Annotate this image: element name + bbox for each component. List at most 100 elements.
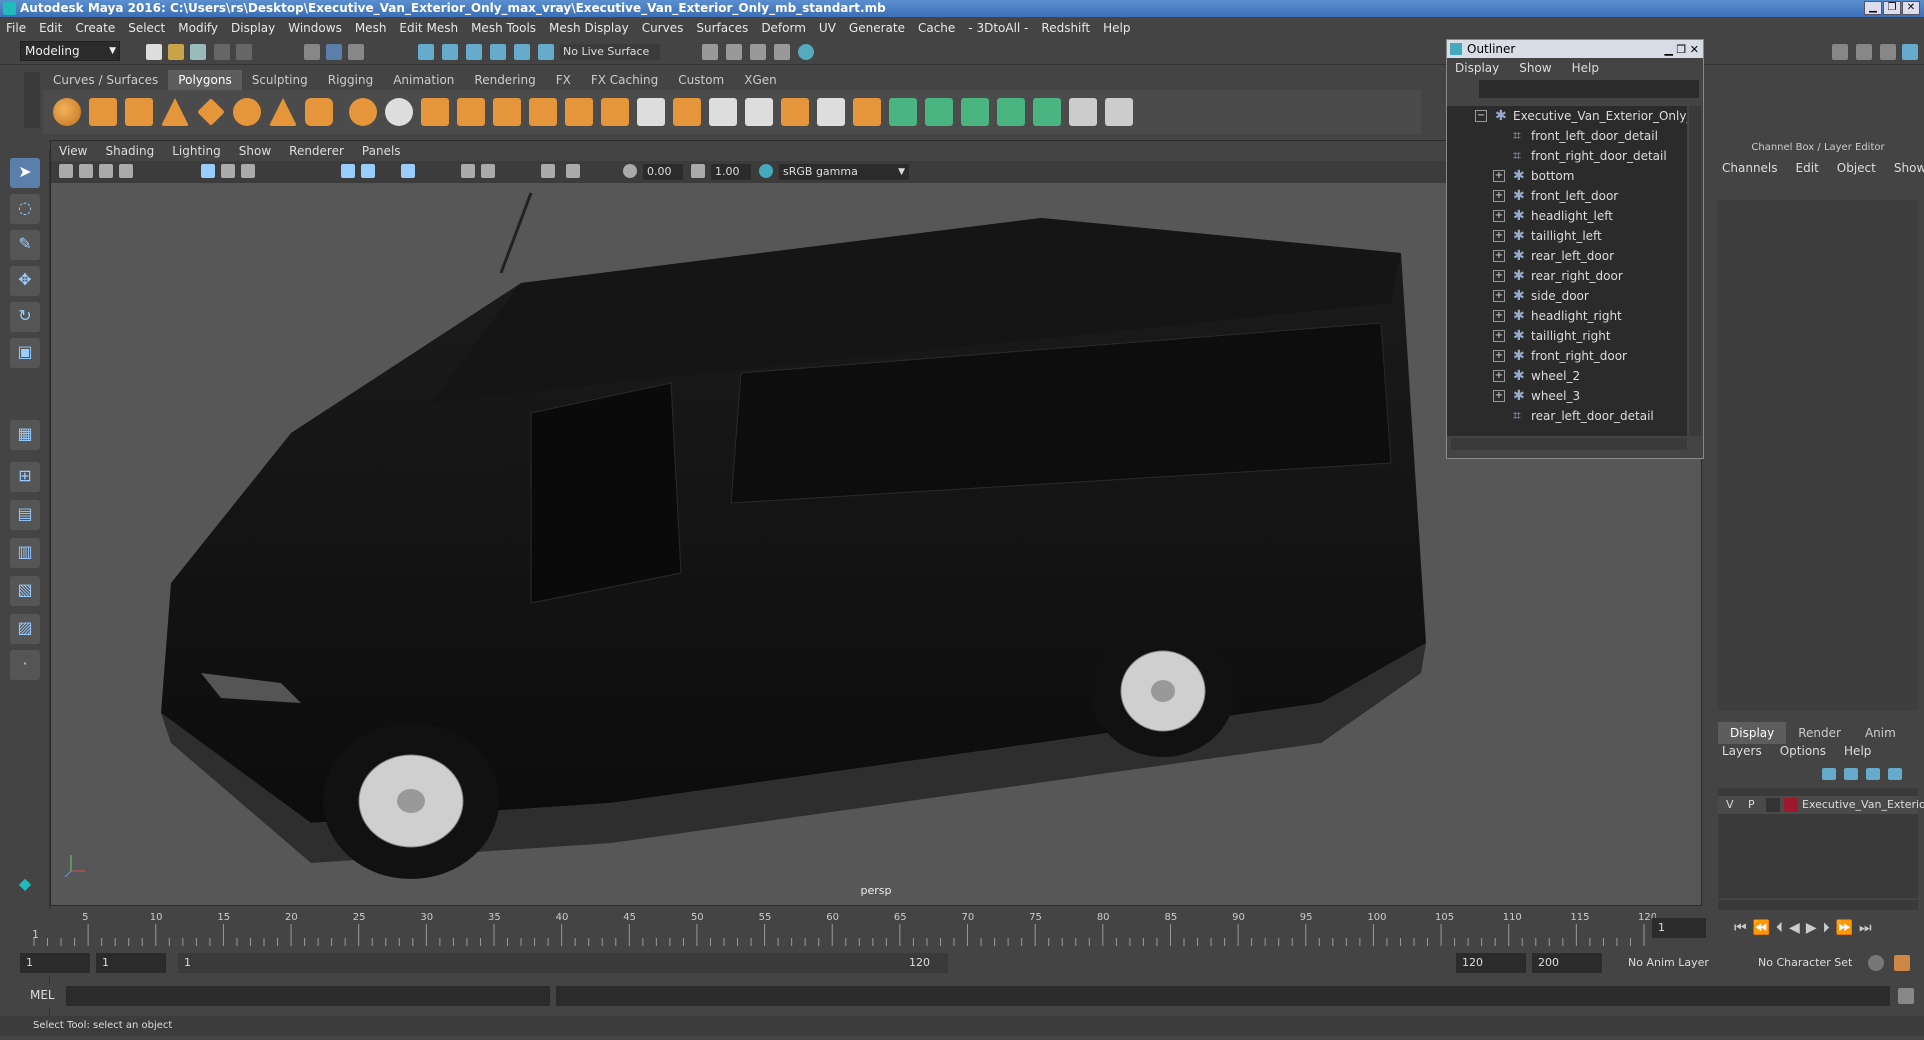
outliner-item[interactable]: + ✱ side_door [1447,286,1687,306]
resolution-gate-icon[interactable] [241,164,255,178]
expand-icon[interactable]: + [1493,170,1505,182]
outliner-item[interactable]: + ✱ headlight_left [1447,206,1687,226]
channel-box-toggle-icon[interactable] [1902,44,1918,60]
menu-uv[interactable]: UV [819,21,836,35]
expand-icon[interactable]: + [1493,190,1505,202]
outliner-search-field[interactable] [1479,80,1699,98]
vp-menu-lighting[interactable]: Lighting [172,144,221,158]
hypershade-icon[interactable] [798,44,814,60]
combine-icon[interactable] [349,98,377,126]
select-tool-icon[interactable]: ➤ [10,158,40,188]
outliner-item[interactable]: + ✱ taillight_right [1447,326,1687,346]
layer-horizontal-scrollbar[interactable] [1718,900,1918,910]
open-scene-icon[interactable] [168,44,184,60]
outliner-menu-display[interactable]: Display [1455,61,1499,75]
xray-icon[interactable] [566,164,580,178]
paint-select-tool-icon[interactable]: ✎ [10,230,40,260]
layout-options-icon[interactable]: · [10,650,40,680]
select-object-icon[interactable] [326,44,342,60]
collapse-icon[interactable] [817,98,845,126]
exposure-field[interactable]: 0.00 [643,164,683,180]
expand-icon[interactable]: + [1493,210,1505,222]
close-button[interactable]: ✕ [1902,1,1920,15]
smooth-shade-icon[interactable] [361,164,375,178]
shadows-icon[interactable] [461,164,475,178]
unfold-icon[interactable] [1105,98,1133,126]
rotate-tool-icon[interactable]: ↻ [10,302,40,332]
collapse-icon[interactable]: − [1475,110,1487,122]
poly-sphere-icon[interactable] [53,98,81,126]
time-slider[interactable]: 5 10 15 20 25 30 35 40 45 50 55 60 65 70 75 80 85 90 95 100… [28,910,1656,948]
mel-input[interactable] [66,986,550,1006]
snap-curve-icon[interactable] [442,44,458,60]
redo-icon[interactable] [236,44,252,60]
tab-fx[interactable]: FX [546,70,581,90]
ipr-render-icon[interactable] [774,44,790,60]
select-hierarchy-icon[interactable] [304,44,320,60]
expand-icon[interactable]: + [1493,270,1505,282]
outliner-item[interactable]: + ✱ front_left_door [1447,186,1687,206]
extrude-icon[interactable] [565,98,593,126]
magnet-icon[interactable] [538,44,554,60]
color-management-icon[interactable] [759,164,773,178]
mode-dropdown[interactable]: Modeling ▼ [20,41,120,61]
boolean-icon[interactable] [493,98,521,126]
poly-pyramid-icon[interactable] [269,98,297,126]
image-plane-icon[interactable] [119,164,133,178]
cb-menu-edit[interactable]: Edit [1796,161,1819,175]
vp-menu-show[interactable]: Show [239,144,271,158]
outliner-item[interactable]: ⌗ front_right_door_detail [1447,146,1687,166]
undo-icon[interactable] [214,44,230,60]
render-current-icon[interactable] [750,44,766,60]
smooth-icon[interactable] [457,98,485,126]
menu-help[interactable]: Help [1103,21,1130,35]
layer-menu-layers[interactable]: Layers [1722,744,1762,758]
animation-end-field[interactable]: 200 [1532,953,1602,973]
menu-select[interactable]: Select [128,21,165,35]
cylindrical-map-icon[interactable] [961,98,989,126]
separate-icon[interactable] [385,98,413,126]
menu-deform[interactable]: Deform [761,21,806,35]
character-set-dropdown[interactable]: No Character Set [1752,953,1872,973]
four-view-layout-icon[interactable]: ⊞ [10,462,40,492]
menu-generate[interactable]: Generate [849,21,905,35]
layer-color-swatch[interactable] [1784,798,1798,812]
menu-3dtoall[interactable]: - 3DtoAll - [968,21,1028,35]
outliner-window-buttons[interactable]: ▁ ❐ ✕ [1664,41,1699,59]
tab-polygons[interactable]: Polygons [168,70,242,90]
isolate-select-icon[interactable] [541,164,555,178]
menu-edit[interactable]: Edit [39,21,62,35]
outliner-item[interactable]: + ✱ rear_right_door [1447,266,1687,286]
menu-surfaces[interactable]: Surfaces [696,21,748,35]
mirror-icon[interactable] [421,98,449,126]
tab-sculpting[interactable]: Sculpting [242,70,318,90]
target-weld-icon[interactable] [745,98,773,126]
expand-icon[interactable]: + [1493,290,1505,302]
auto-key-icon[interactable] [1868,955,1884,971]
outliner-menu-show[interactable]: Show [1519,61,1551,75]
tool-settings-icon[interactable] [1880,44,1896,60]
fill-hole-icon[interactable] [673,98,701,126]
expand-icon[interactable]: + [1493,370,1505,382]
outliner-item[interactable]: + ✱ headlight_right [1447,306,1687,326]
vp-menu-shading[interactable]: Shading [105,144,154,158]
grid-icon[interactable] [201,164,215,178]
expand-icon[interactable]: + [1493,350,1505,362]
maximize-button[interactable]: ❐ [1883,1,1901,15]
animation-prefs-icon[interactable] [1894,955,1910,971]
layer-reference-toggle[interactable] [1766,798,1780,812]
go-to-start-icon[interactable]: ⏮ [1734,920,1747,936]
tab-xgen[interactable]: XGen [734,70,787,90]
bevel-icon[interactable] [601,98,629,126]
gamma-icon[interactable] [691,164,705,178]
outliner-item[interactable]: + ✱ front_right_door [1447,346,1687,366]
menu-edit-mesh[interactable]: Edit Mesh [399,21,458,35]
spherical-map-icon[interactable] [997,98,1025,126]
play-backward-icon[interactable]: ◀ [1789,920,1800,936]
poly-plane-icon[interactable] [197,98,225,126]
playback-start-field[interactable]: 1 [96,953,166,973]
cb-menu-channels[interactable]: Channels [1722,161,1778,175]
tab-rendering[interactable]: Rendering [464,70,545,90]
new-layer-icon[interactable] [1866,768,1880,780]
expand-icon[interactable]: + [1493,330,1505,342]
